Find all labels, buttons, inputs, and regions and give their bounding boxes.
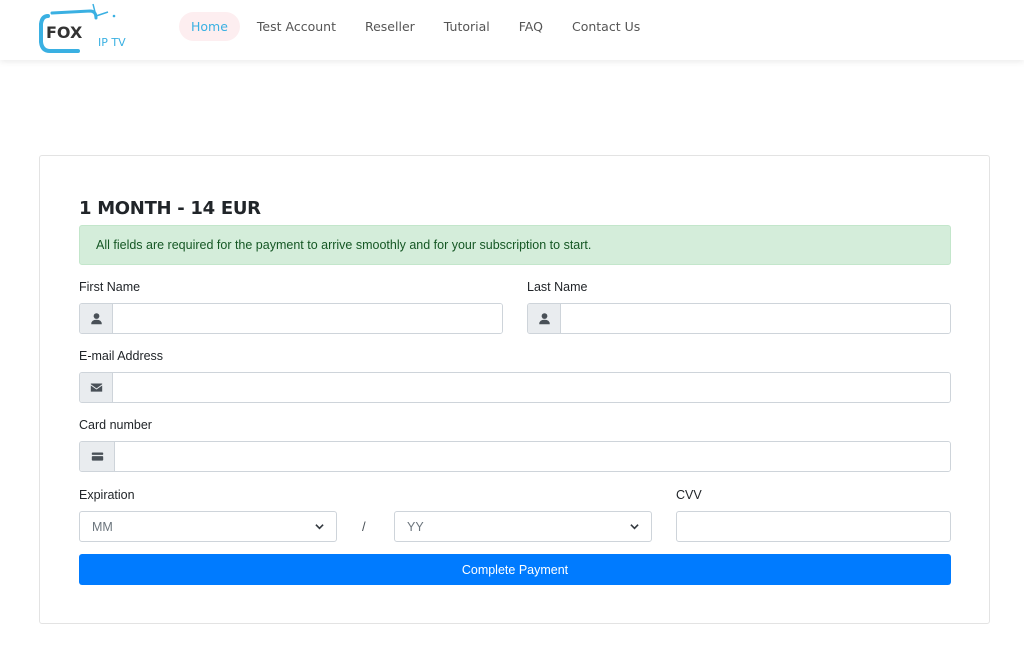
- nav-test-account[interactable]: Test Account: [245, 12, 348, 41]
- fox-iptv-logo[interactable]: FOX IP TV: [38, 2, 140, 56]
- user-icon: [528, 304, 561, 333]
- nav-reseller[interactable]: Reseller: [353, 12, 427, 41]
- expiration-month-select[interactable]: MM: [79, 511, 337, 542]
- card-number-input[interactable]: [115, 442, 950, 471]
- main-nav: Home Test Account Reseller Tutorial FAQ …: [179, 12, 657, 41]
- first-name-group: [79, 303, 503, 334]
- plan-title: 1 MONTH - 14 EUR: [79, 198, 261, 219]
- payment-card: 1 MONTH - 14 EUR All fields are required…: [39, 155, 990, 624]
- svg-text:IP TV: IP TV: [98, 36, 126, 49]
- email-input[interactable]: [113, 373, 950, 402]
- chevron-down-icon: [315, 524, 324, 530]
- card-number-label: Card number: [79, 418, 152, 432]
- complete-payment-button[interactable]: Complete Payment: [79, 554, 951, 585]
- cvv-input[interactable]: [676, 511, 951, 542]
- year-selected-value: YY: [407, 519, 424, 534]
- first-name-label: First Name: [79, 280, 141, 294]
- navbar: FOX IP TV Home Test Account Reseller Tut…: [0, 0, 1024, 60]
- expiration-year-select[interactable]: YY: [394, 511, 652, 542]
- nav-home[interactable]: Home: [179, 12, 240, 41]
- nav-tutorial[interactable]: Tutorial: [432, 12, 502, 41]
- chevron-down-icon: [630, 524, 639, 530]
- email-group: [79, 372, 951, 403]
- first-name-input[interactable]: [113, 304, 502, 333]
- email-label: E-mail Address: [79, 349, 164, 363]
- envelope-icon: [80, 373, 113, 402]
- info-alert: All fields are required for the payment …: [79, 225, 951, 265]
- cvv-label: CVV: [676, 488, 702, 502]
- nav-faq[interactable]: FAQ: [507, 12, 555, 41]
- credit-card-icon: [80, 442, 115, 471]
- nav-contact-us[interactable]: Contact Us: [560, 12, 652, 41]
- svg-text:FOX: FOX: [46, 23, 83, 42]
- expiration-label: Expiration: [79, 488, 135, 502]
- last-name-group: [527, 303, 951, 334]
- last-name-input[interactable]: [561, 304, 950, 333]
- last-name-label: Last Name: [527, 280, 588, 294]
- expiration-separator: /: [362, 519, 366, 534]
- card-number-group: [79, 441, 951, 472]
- month-selected-value: MM: [92, 519, 113, 534]
- user-icon: [80, 304, 113, 333]
